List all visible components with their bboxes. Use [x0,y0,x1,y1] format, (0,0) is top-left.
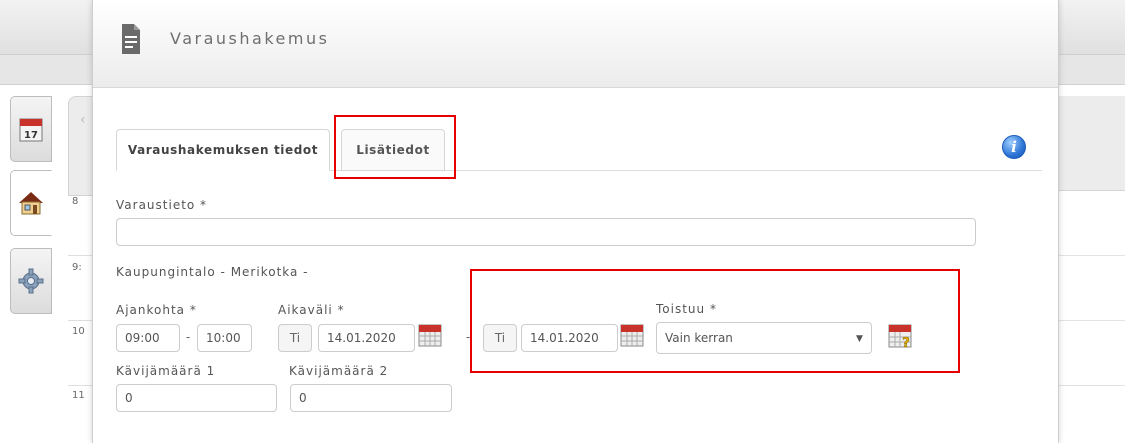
time-separator: - [186,330,191,344]
gear-icon [18,268,44,294]
calendar-icon: 17 [19,118,43,142]
svg-text:?: ? [902,336,910,349]
date-picker-icon[interactable] [418,321,442,347]
location-text: Kaupungintalo - Merikotka - [116,265,309,279]
tab-varaushakemuksen-tiedot[interactable]: Varaushakemuksen tiedot [116,129,330,171]
ajankohta-label: Ajankohta * [116,303,197,317]
date-picker-icon[interactable] [620,321,644,347]
end-date-input[interactable]: 14.01.2020 [521,324,618,352]
toistuu-select[interactable]: Vain kerran [656,322,872,354]
aikavali-label: Aikaväli * [278,303,345,317]
dialog-header: Varaushakemus [93,0,1058,88]
hour-label: 11 [72,390,85,401]
info-icon[interactable]: i [1002,135,1026,159]
side-tab-calendar[interactable]: 17 [10,96,52,162]
hour-label: 10 [72,326,85,337]
chevron-left-icon[interactable]: ‹ [80,112,86,128]
chevron-down-icon[interactable]: ▼ [856,334,863,344]
dialog-title: Varaushakemus [170,29,330,48]
toistuu-selected-value: Vain kerran [665,331,733,345]
side-tab-settings[interactable] [10,248,52,314]
start-time-input[interactable]: 09:00 [116,324,180,352]
hour-label: 8 [72,196,79,207]
calendar-header-strip [1058,96,1125,191]
kavijamaara1-label: Kävijämäärä 1 [116,364,216,378]
tab-lisatiedot[interactable]: Lisätiedot [341,129,445,171]
date-separator: - [466,330,471,344]
toistuu-label: Toistuu * [656,302,717,316]
kavijamaara2-label: Kävijämäärä 2 [289,364,389,378]
side-tab-home[interactable] [10,170,52,236]
end-time-input[interactable]: 10:00 [197,324,252,352]
house-icon [19,192,43,215]
recurrence-calendar-icon[interactable]: ? [888,321,914,349]
kavijamaara2-input[interactable]: 0 [290,384,452,412]
hour-label: 9: [72,262,82,273]
document-icon [122,24,140,54]
start-weekday: Ti [278,324,312,352]
varaustieto-label: Varaustieto * [116,198,208,212]
varaustieto-input[interactable] [116,218,976,246]
svg-text:17: 17 [24,130,38,141]
reservation-dialog: Varaushakemus Varaushakemuksen tiedot Li… [92,0,1059,443]
start-date-input[interactable]: 14.01.2020 [318,324,415,352]
kavijamaara1-input[interactable]: 0 [116,384,277,412]
end-weekday: Ti [483,324,517,352]
